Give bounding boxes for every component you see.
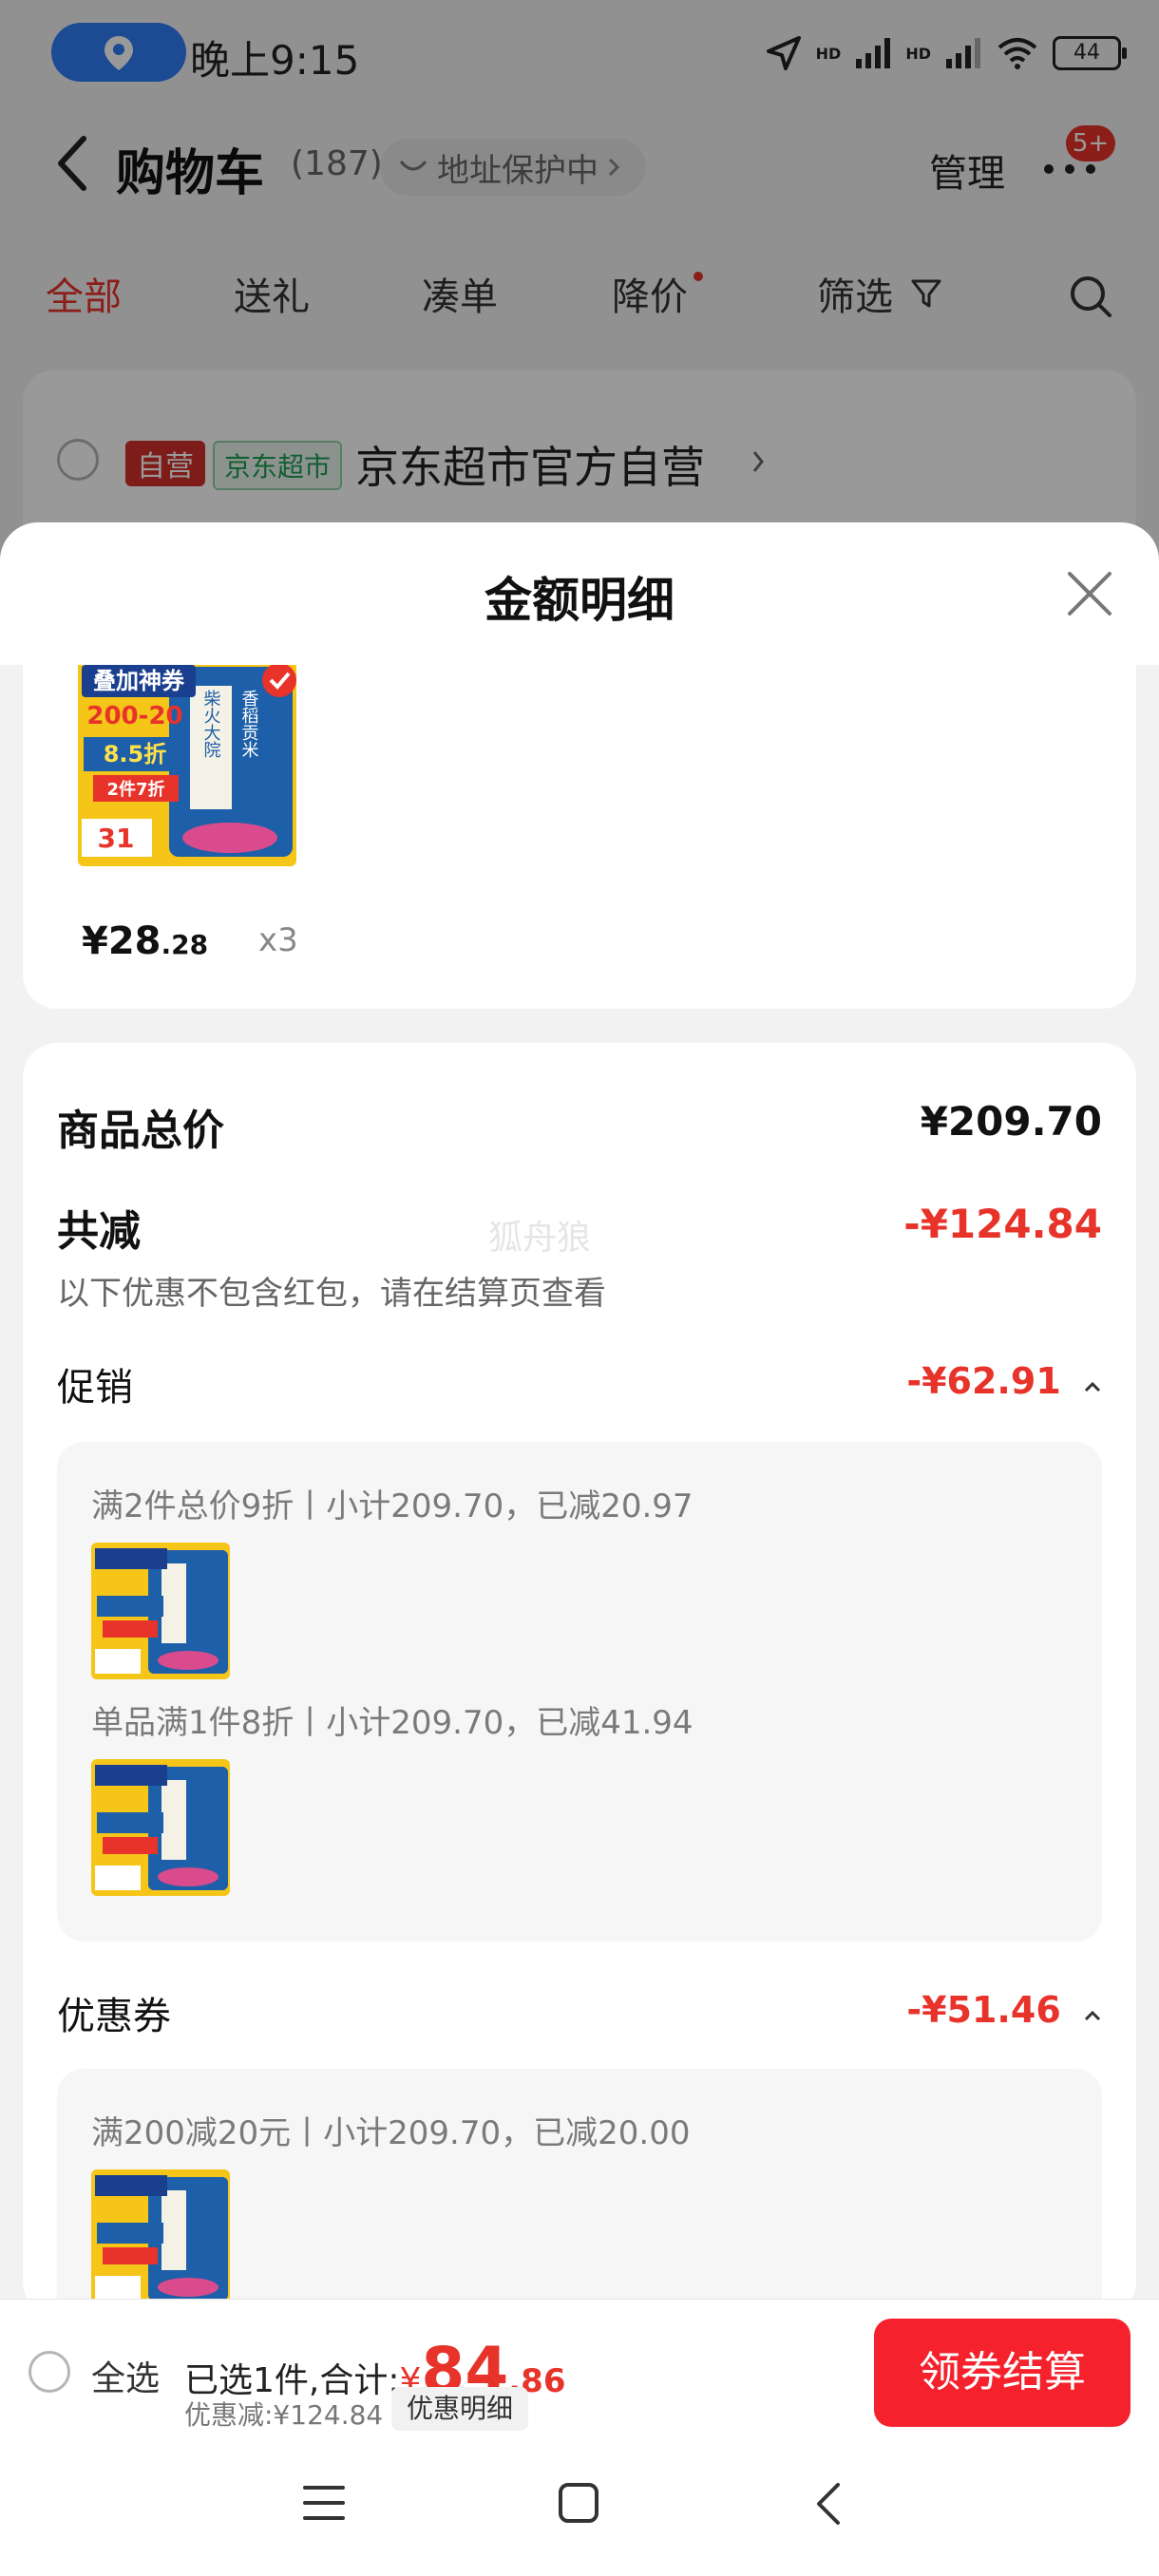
deal-label: 2件7折	[106, 779, 164, 800]
price-label: 31	[98, 823, 135, 854]
checkout-bar: 全选 已选1件,合计: ¥ 84 .86 优惠减:¥124.84 优惠明细 领券…	[0, 2299, 1159, 2442]
coupon-details: 满200减20元丨小计209.70，已减20.00	[57, 2069, 1102, 2299]
system-navigation-bar	[0, 2441, 1159, 2576]
coupon-label: 优惠券	[57, 1995, 171, 2038]
discount-summary: 优惠减:¥124.84	[184, 2399, 384, 2431]
coupon-item-1: 满200减20元丨小计209.70，已减20.00	[91, 2114, 691, 2152]
reduce-value: -¥124.84	[903, 1201, 1102, 1247]
promotion-item-2-image	[91, 1759, 230, 1896]
back-icon[interactable]	[813, 2481, 844, 2527]
brand-label: 柴火大院	[201, 690, 221, 758]
promotion-item-1: 满2件总价9折丨小计209.70，已减20.97	[91, 1487, 694, 1525]
total-price-value: ¥209.70	[920, 1098, 1102, 1145]
chevron-up-icon	[1084, 2010, 1101, 2021]
rice-thumb-icon	[91, 1759, 230, 1896]
rice-thumb-icon	[91, 1543, 230, 1679]
product-image[interactable]: 柴火大院 香稻贡米 叠加神券 200-20 8.5折 2件7折 31	[78, 665, 296, 866]
total-price-label: 商品总价	[57, 1107, 224, 1155]
promotion-amount: -¥62.91	[906, 1360, 1061, 1402]
banner-label: 叠加神券	[93, 668, 185, 694]
rice-label: 香稻贡米	[239, 690, 259, 758]
amount-detail-sheet: 金额明细 柴火大院 香稻贡米 叠加神券 200-20 8.5折 2件7折 31	[0, 522, 1159, 2299]
promotion-details: 满2件总价9折丨小计209.70，已减20.97 单品满1件8折丨小计209.7…	[57, 1442, 1102, 1941]
product-price: ¥28.28	[82, 919, 208, 963]
coupon-item-1-image	[91, 2169, 230, 2299]
chevron-up-icon	[1084, 1381, 1101, 1392]
rice-thumb-icon	[91, 2169, 230, 2299]
select-all-radio[interactable]	[28, 2351, 70, 2393]
sheet-header: 金额明细	[0, 522, 1159, 665]
product-quantity: x3	[258, 921, 298, 959]
checkout-button[interactable]: 领券结算	[874, 2319, 1130, 2427]
promotion-item-2: 单品满1件8折丨小计209.70，已减41.94	[91, 1704, 694, 1742]
coupon-amount: -¥51.46	[906, 1989, 1061, 2031]
menu-icon[interactable]	[302, 2483, 346, 2523]
discount-detail-button[interactable]: 优惠明细	[391, 2387, 529, 2431]
discount-label: 8.5折	[104, 741, 167, 767]
product-card: 柴火大院 香稻贡米 叠加神券 200-20 8.5折 2件7折 31 ¥28.2…	[23, 665, 1136, 1009]
reduce-note: 以下优惠不包含红包，请在结算页查看	[57, 1275, 606, 1313]
rice-product-image: 柴火大院 香稻贡米 叠加神券 200-20 8.5折 2件7折 31	[78, 665, 296, 866]
reduce-label: 共减	[57, 1207, 141, 1256]
promotion-item-1-image	[91, 1543, 230, 1679]
price-main: ¥28	[82, 919, 162, 963]
promotion-value[interactable]: -¥62.91	[906, 1360, 1102, 1402]
offer-label: 200-20	[86, 702, 182, 730]
price-decimal: .28	[161, 929, 209, 960]
promotion-label: 促销	[57, 1366, 133, 1410]
price-breakdown-card: 商品总价 ¥209.70 共减 -¥124.84 狐舟狼 以下优惠不包含红包，请…	[23, 1043, 1136, 2299]
coupon-value[interactable]: -¥51.46	[906, 1989, 1102, 2031]
home-icon[interactable]	[557, 2481, 600, 2525]
sheet-title: 金额明细	[484, 573, 674, 628]
watermark: 狐舟狼	[488, 1219, 592, 1258]
close-icon[interactable]	[1064, 568, 1115, 619]
select-all-label[interactable]: 全选	[91, 2351, 160, 2400]
